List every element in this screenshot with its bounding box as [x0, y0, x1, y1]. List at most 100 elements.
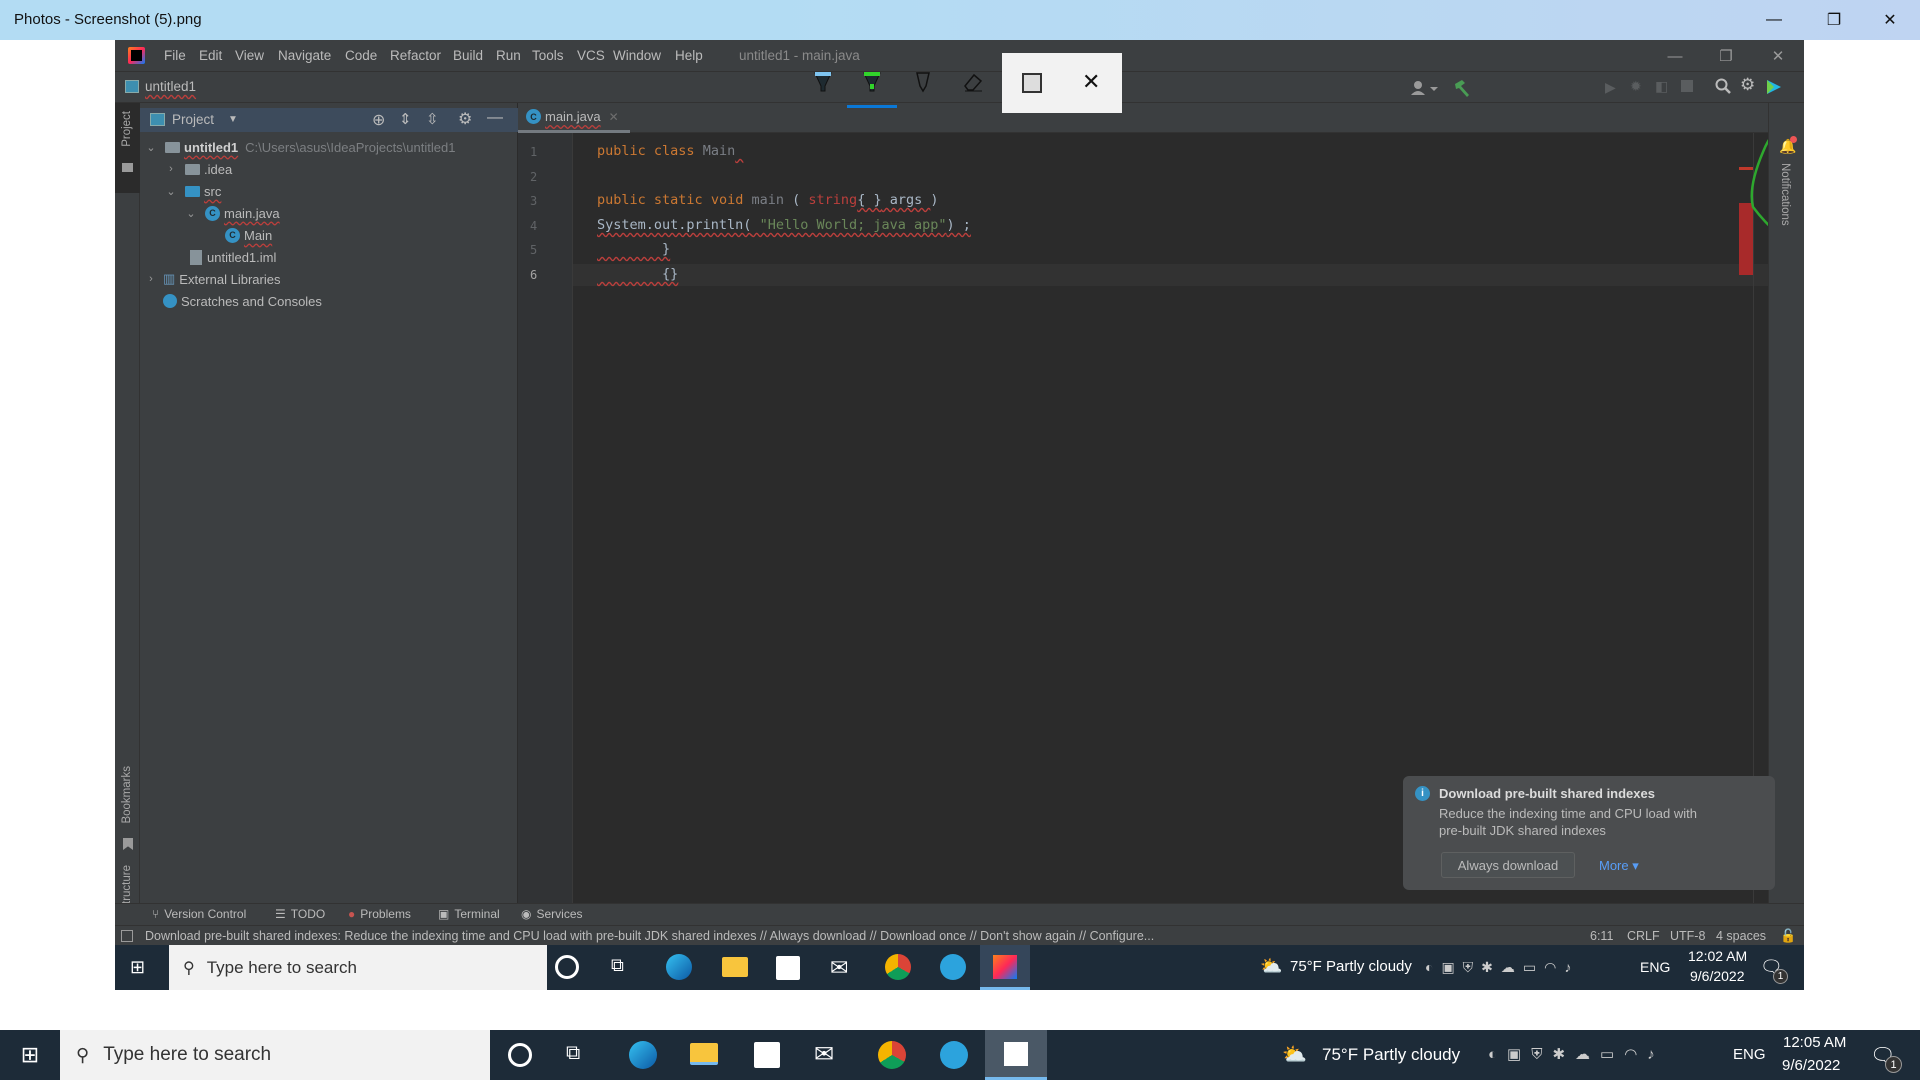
caret-position[interactable]: 6:11 [1590, 929, 1613, 943]
status-message[interactable]: Download pre-built shared indexes: Reduc… [145, 929, 1154, 943]
indent-settings[interactable]: 4 spaces [1716, 929, 1766, 943]
vcs-user-icon[interactable] [1410, 79, 1442, 97]
options-gear-icon[interactable]: ⚙ [458, 109, 472, 129]
photos-minimize-button[interactable]: — [1746, 0, 1802, 40]
editor-tab-main-java[interactable]: C main.java ✕ [518, 103, 630, 133]
pencil-tool[interactable] [854, 66, 890, 98]
windows-start-icon[interactable]: ⊞ [115, 945, 160, 990]
expand-all-icon[interactable]: ⇕ [399, 110, 412, 128]
menu-file[interactable]: File [164, 48, 186, 63]
cortana-icon[interactable] [555, 955, 579, 979]
toggle-tool-windows-icon[interactable] [121, 930, 133, 942]
telegram-icon[interactable] [940, 1041, 968, 1069]
microsoft-store-icon[interactable] [754, 1042, 780, 1068]
menu-build[interactable]: Build [453, 48, 483, 63]
tree-item-src[interactable]: ⌄ src [165, 180, 221, 202]
menu-navigate[interactable]: Navigate [278, 48, 331, 63]
mail-icon[interactable]: ✉ [814, 1040, 834, 1069]
menu-window[interactable]: Window [613, 48, 661, 63]
build-hammer-icon[interactable] [1452, 78, 1472, 98]
tree-item-untitled1[interactable]: ⌄ untitled1 C:\Users\asus\IdeaProjects\u… [145, 136, 455, 158]
bookmarks-tool-tab[interactable]: Bookmarks [121, 766, 133, 824]
chevron-down-icon[interactable]: ▼ [228, 114, 238, 125]
project-tool-tab[interactable]: Project [115, 103, 140, 193]
taskbar-search-box[interactable]: ⚲ Type here to search [60, 1030, 490, 1080]
ide-restore-button[interactable]: ❐ [1706, 45, 1746, 67]
photos-taskbar-button[interactable] [985, 1030, 1047, 1080]
search-everywhere-icon[interactable] [1714, 77, 1732, 100]
windows-start-icon[interactable]: ⊞ [0, 1030, 60, 1080]
line-separator[interactable]: CRLF [1627, 929, 1660, 943]
intellij-taskbar-button[interactable] [980, 945, 1030, 990]
save-icon[interactable] [1022, 73, 1042, 93]
menu-help[interactable]: Help [675, 48, 703, 63]
photos-restore-button[interactable]: ❐ [1806, 0, 1862, 40]
debug-icon[interactable]: ✹ [1630, 78, 1642, 95]
chrome-icon[interactable] [885, 954, 911, 980]
menu-view[interactable]: View [235, 48, 264, 63]
menu-tools[interactable]: Tools [532, 48, 564, 63]
weather-text[interactable]: 75°F Partly cloudy [1322, 1045, 1460, 1065]
clock-date[interactable]: 9/6/2022 [1782, 1057, 1840, 1074]
task-view-icon[interactable]: ⧉ [611, 955, 624, 976]
notifications-tool-tab[interactable]: Notifications [1779, 163, 1791, 226]
menu-edit[interactable]: Edit [199, 48, 222, 63]
version-control-tool-button[interactable]: ⑂ Version Control [152, 907, 246, 921]
close-tab-icon[interactable]: ✕ [609, 110, 619, 124]
taskbar-search-box[interactable]: ⚲ Type here to search [169, 945, 547, 990]
system-tray-icons[interactable]: ◐▣⛨✱☁▭◠♪ [1488, 1045, 1665, 1063]
tree-item-main-class[interactable]: C Main [225, 224, 272, 246]
tree-item-iml[interactable]: untitled1.iml [190, 246, 276, 268]
hide-panel-icon[interactable]: — [487, 109, 503, 127]
clock-date[interactable]: 9/6/2022 [1690, 968, 1745, 984]
tree-item-scratches[interactable]: Scratches and Consoles [163, 290, 322, 312]
collapse-all-icon[interactable]: ⇳ [426, 110, 439, 128]
breadcrumb-project[interactable]: untitled1 [145, 79, 196, 94]
language-indicator[interactable]: ENG [1640, 959, 1670, 975]
run-with-coverage-icon[interactable]: ◧ [1655, 78, 1668, 95]
project-view-label[interactable]: Project [172, 112, 214, 127]
chrome-icon[interactable] [878, 1041, 906, 1069]
microsoft-store-icon[interactable] [776, 956, 800, 980]
always-download-button[interactable]: Always download [1441, 852, 1575, 878]
edge-icon[interactable] [629, 1041, 657, 1069]
cortana-icon[interactable] [508, 1043, 532, 1067]
tree-item-main-java[interactable]: ⌄ C main.java [185, 202, 280, 224]
menu-run[interactable]: Run [496, 48, 521, 63]
task-view-icon[interactable]: ⧉ [566, 1042, 580, 1065]
language-indicator[interactable]: ENG [1733, 1046, 1766, 1063]
more-actions-link[interactable]: More ▾ [1599, 858, 1639, 874]
eraser-tool[interactable] [955, 66, 991, 98]
mail-icon[interactable]: ✉ [830, 955, 848, 981]
photos-close-button[interactable]: ✕ [1862, 0, 1918, 40]
file-encoding[interactable]: UTF-8 [1670, 929, 1705, 943]
clock-time[interactable]: 12:05 AM [1783, 1034, 1846, 1051]
terminal-tool-button[interactable]: ▣ Terminal [438, 907, 500, 921]
settings-gear-icon[interactable]: ⚙ [1740, 75, 1755, 95]
run-icon[interactable]: ▶ [1605, 79, 1616, 96]
close-icon[interactable]: ✕ [1082, 69, 1100, 95]
ide-minimize-button[interactable]: — [1655, 45, 1695, 67]
weather-text[interactable]: 75°F Partly cloudy [1290, 958, 1412, 975]
file-explorer-icon[interactable] [722, 957, 748, 977]
edge-icon[interactable] [666, 954, 692, 980]
ide-close-button[interactable]: ✕ [1758, 45, 1798, 67]
tree-item-external-libraries[interactable]: › ▥ External Libraries [145, 268, 280, 290]
todo-tool-button[interactable]: ☰ TODO [275, 907, 325, 921]
telegram-icon[interactable] [940, 954, 966, 980]
unlock-icon[interactable]: 🔓 [1780, 928, 1796, 944]
problems-tool-button[interactable]: ● Problems [348, 907, 411, 921]
code-with-me-icon[interactable] [1765, 78, 1783, 101]
services-tool-button[interactable]: ◉ Services [521, 907, 583, 921]
stop-icon[interactable] [1681, 80, 1693, 92]
menu-code[interactable]: Code [345, 48, 377, 63]
file-explorer-icon[interactable] [690, 1043, 718, 1065]
system-tray-icons[interactable]: ◐▣⛨✱☁▭◠♪ [1425, 959, 1579, 976]
locate-file-icon[interactable]: ⊕ [372, 110, 385, 130]
ballpoint-pen-tool[interactable] [805, 66, 841, 98]
menu-vcs[interactable]: VCS [577, 48, 605, 63]
tree-item-idea[interactable]: › .idea [165, 158, 232, 180]
calligraphy-pen-tool[interactable] [905, 66, 941, 98]
clock-time[interactable]: 12:02 AM [1688, 948, 1747, 964]
menu-refactor[interactable]: Refactor [390, 48, 441, 63]
